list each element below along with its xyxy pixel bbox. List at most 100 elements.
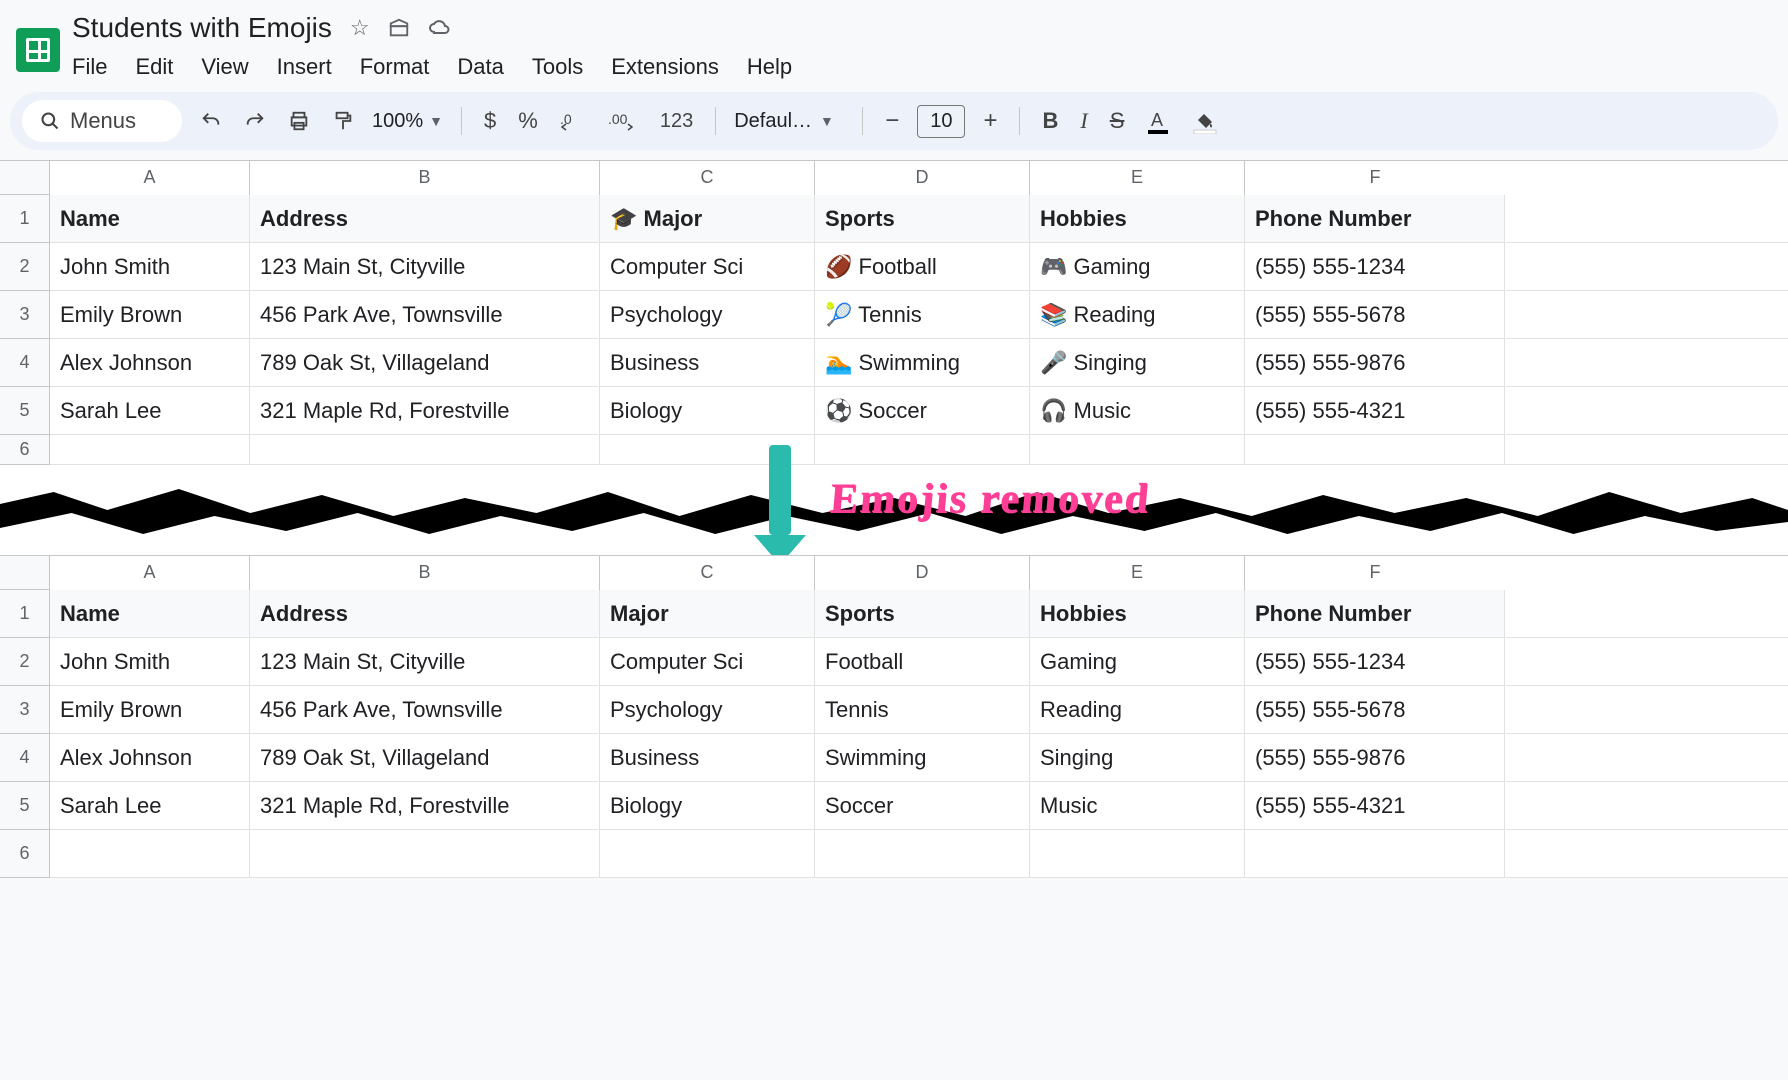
cell[interactable] — [600, 830, 815, 877]
cell[interactable]: Emily Brown — [50, 686, 250, 733]
cell[interactable]: ⚽ Soccer — [815, 387, 1030, 434]
menu-extensions[interactable]: Extensions — [611, 54, 719, 80]
cell[interactable] — [50, 830, 250, 877]
cell[interactable]: 789 Oak St, Villageland — [250, 734, 600, 781]
number-format-button[interactable]: 123 — [656, 106, 697, 137]
cell[interactable]: Business — [600, 734, 815, 781]
col-header-a[interactable]: A — [50, 556, 250, 590]
menu-view[interactable]: View — [201, 54, 248, 80]
cell[interactable]: 📚 Reading — [1030, 291, 1245, 338]
row-header[interactable]: 4 — [0, 339, 50, 387]
star-icon[interactable]: ☆ — [350, 15, 370, 41]
cell[interactable]: Sarah Lee — [50, 782, 250, 829]
row-header[interactable]: 3 — [0, 686, 50, 734]
cell-header-phone[interactable]: Phone Number — [1245, 590, 1505, 637]
cell[interactable]: Sarah Lee — [50, 387, 250, 434]
cloud-status-icon[interactable] — [428, 16, 452, 40]
cell-header-sports[interactable]: Sports — [815, 590, 1030, 637]
text-color-icon[interactable]: A — [1142, 104, 1174, 138]
cell[interactable]: (555) 555-1234 — [1245, 638, 1505, 685]
font-size-decrease[interactable]: − — [881, 103, 903, 139]
cell[interactable]: Reading — [1030, 686, 1245, 733]
cell-header-address[interactable]: Address — [250, 195, 600, 242]
cell[interactable]: Singing — [1030, 734, 1245, 781]
cell[interactable]: Tennis — [815, 686, 1030, 733]
cell-header-name[interactable]: Name — [50, 590, 250, 637]
currency-button[interactable]: $ — [480, 104, 500, 138]
cell[interactable]: Music — [1030, 782, 1245, 829]
cell-header-major[interactable]: Major — [600, 590, 815, 637]
row-header[interactable]: 3 — [0, 291, 50, 339]
zoom-select[interactable]: 100% ▼ — [372, 110, 443, 133]
row-header[interactable]: 6 — [0, 830, 50, 878]
cell[interactable] — [1030, 435, 1245, 464]
cell-header-phone[interactable]: Phone Number — [1245, 195, 1505, 242]
cell[interactable]: 789 Oak St, Villageland — [250, 339, 600, 386]
col-header-c[interactable]: C — [600, 556, 815, 590]
cell[interactable] — [815, 830, 1030, 877]
cell[interactable] — [815, 435, 1030, 464]
cell[interactable] — [50, 435, 250, 464]
row-header[interactable]: 1 — [0, 195, 50, 243]
cell[interactable]: (555) 555-4321 — [1245, 782, 1505, 829]
cell[interactable] — [1245, 435, 1505, 464]
cell[interactable]: (555) 555-9876 — [1245, 734, 1505, 781]
decrease-decimal-icon[interactable]: .0 — [556, 106, 590, 136]
col-header-d[interactable]: D — [815, 556, 1030, 590]
cell[interactable]: Gaming — [1030, 638, 1245, 685]
menu-data[interactable]: Data — [457, 54, 503, 80]
select-all-corner[interactable] — [0, 161, 50, 195]
row-header[interactable]: 5 — [0, 782, 50, 830]
redo-icon[interactable] — [240, 106, 270, 136]
font-size-increase[interactable]: + — [979, 103, 1001, 139]
cell[interactable]: 456 Park Ave, Townsville — [250, 291, 600, 338]
font-select[interactable]: Defaul… ▼ — [734, 110, 844, 133]
cell-header-hobbies[interactable]: Hobbies — [1030, 590, 1245, 637]
cell[interactable]: 456 Park Ave, Townsville — [250, 686, 600, 733]
cell[interactable] — [1030, 830, 1245, 877]
cell[interactable]: 🎾 Tennis — [815, 291, 1030, 338]
cell-header-major[interactable]: 🎓 Major — [600, 195, 815, 242]
cell[interactable]: Biology — [600, 387, 815, 434]
col-header-d[interactable]: D — [815, 161, 1030, 195]
cell[interactable]: (555) 555-1234 — [1245, 243, 1505, 290]
doc-title[interactable]: Students with Emojis — [72, 8, 332, 48]
cell[interactable]: Psychology — [600, 686, 815, 733]
row-header[interactable]: 4 — [0, 734, 50, 782]
col-header-b[interactable]: B — [250, 556, 600, 590]
cell[interactable]: 123 Main St, Cityville — [250, 638, 600, 685]
cell[interactable]: Business — [600, 339, 815, 386]
cell[interactable] — [250, 830, 600, 877]
cell[interactable]: 🏊 Swimming — [815, 339, 1030, 386]
bold-button[interactable]: B — [1038, 104, 1062, 138]
select-all-corner[interactable] — [0, 556, 50, 590]
row-header[interactable]: 2 — [0, 638, 50, 686]
cell[interactable]: (555) 555-5678 — [1245, 686, 1505, 733]
col-header-e[interactable]: E — [1030, 161, 1245, 195]
menu-help[interactable]: Help — [747, 54, 792, 80]
menu-insert[interactable]: Insert — [277, 54, 332, 80]
cell[interactable]: John Smith — [50, 243, 250, 290]
cell[interactable]: Football — [815, 638, 1030, 685]
row-header[interactable]: 2 — [0, 243, 50, 291]
cell[interactable]: Emily Brown — [50, 291, 250, 338]
col-header-f[interactable]: F — [1245, 556, 1505, 590]
menu-tools[interactable]: Tools — [532, 54, 583, 80]
cell[interactable]: Computer Sci — [600, 638, 815, 685]
cell[interactable]: 321 Maple Rd, Forestville — [250, 387, 600, 434]
cell[interactable]: (555) 555-5678 — [1245, 291, 1505, 338]
cell[interactable]: 123 Main St, Cityville — [250, 243, 600, 290]
cell[interactable]: 🎮 Gaming — [1030, 243, 1245, 290]
col-header-f[interactable]: F — [1245, 161, 1505, 195]
cell[interactable]: 🏈 Football — [815, 243, 1030, 290]
cell[interactable] — [250, 435, 600, 464]
move-icon[interactable] — [388, 17, 410, 39]
cell[interactable]: Swimming — [815, 734, 1030, 781]
cell[interactable]: 321 Maple Rd, Forestville — [250, 782, 600, 829]
cell[interactable]: Psychology — [600, 291, 815, 338]
col-header-b[interactable]: B — [250, 161, 600, 195]
cell[interactable]: Biology — [600, 782, 815, 829]
row-header[interactable]: 6 — [0, 435, 50, 465]
col-header-e[interactable]: E — [1030, 556, 1245, 590]
menus-search[interactable]: Menus — [22, 100, 182, 142]
